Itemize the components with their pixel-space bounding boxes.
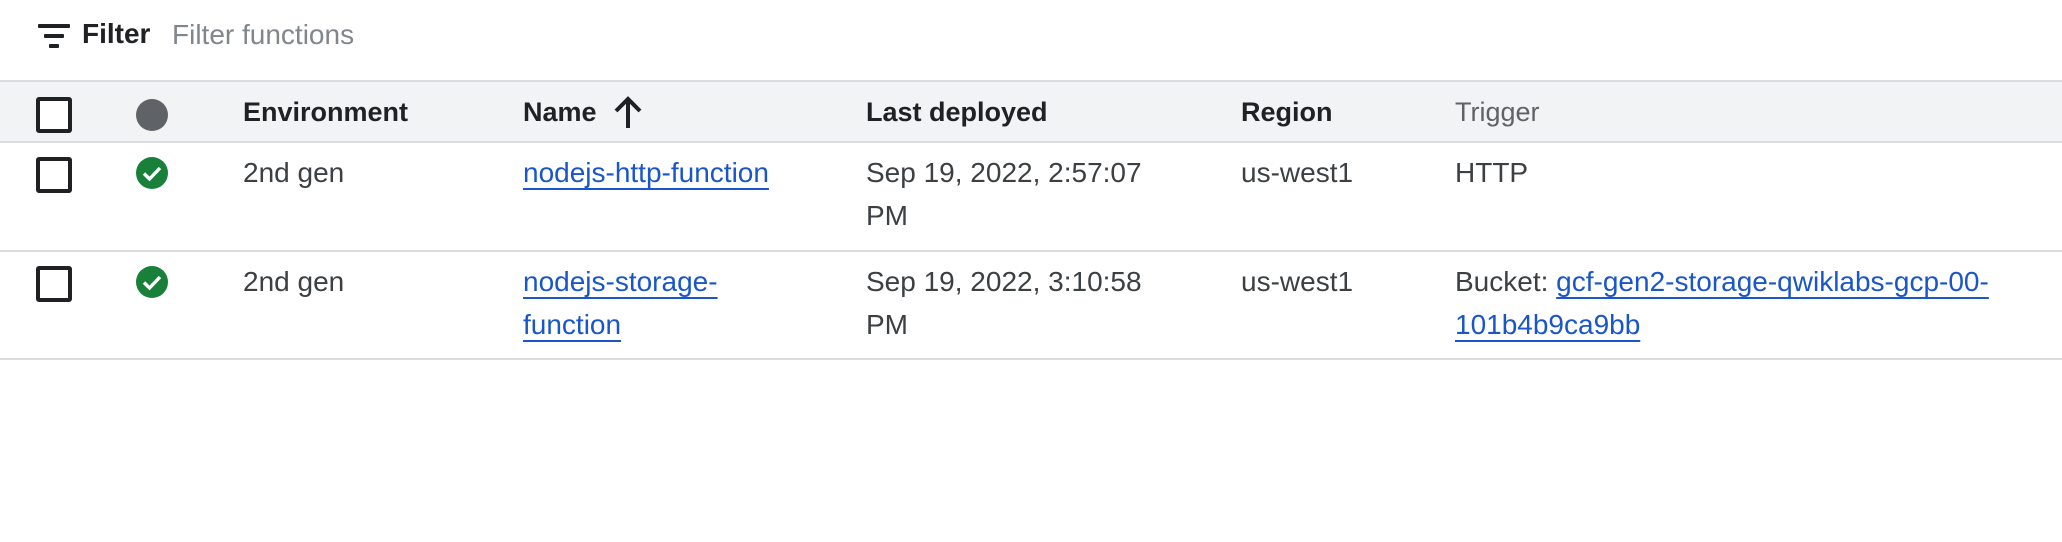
bucket-link-continued[interactable]: 101b4b9ca9bb [1455,309,1640,340]
status-column-icon [136,99,168,131]
column-header-last-deployed[interactable]: Last deployed [866,94,1048,130]
function-name-cell: nodejs-storage- function [523,260,718,346]
trigger-type-label: Bucket: [1455,266,1549,297]
region-cell: us-west1 [1241,157,1354,188]
deployed-time-suffix: PM [866,200,908,231]
table-header: Environment Name Last deployed Region Tr… [0,80,2062,143]
column-header-environment[interactable]: Environment [243,94,408,130]
last-deployed-cell: Sep 19, 2022, 2:57:07 PM [866,151,1142,237]
trigger-cell: HTTP [1455,157,1529,188]
check-circle-icon [136,266,168,298]
column-header-trigger: Trigger [1455,97,1540,127]
column-header-region[interactable]: Region [1241,94,1333,130]
deployed-date-line: Sep 19, 2022, 2:57:07 [866,157,1142,188]
filter-icon[interactable] [38,24,70,48]
deployed-time-suffix: PM [866,309,908,340]
last-deployed-cell: Sep 19, 2022, 3:10:58 PM [866,260,1142,346]
region-cell: us-west1 [1241,266,1354,297]
trigger-cell: Bucket: gcf-gen2-storage-qwiklabs-gcp-00… [1455,260,1989,346]
filter-input[interactable] [172,14,1972,56]
function-name-link[interactable]: nodejs-http-function [523,157,769,188]
filter-label[interactable]: Filter [82,18,150,50]
function-name-link[interactable]: nodejs-storage- [523,266,718,297]
function-name-link-continued[interactable]: function [523,309,621,340]
select-all-checkbox[interactable] [36,97,72,133]
table-row: 2nd gen nodejs-storage- function Sep 19,… [0,252,2062,360]
environment-cell: 2nd gen [243,266,345,297]
filter-bar: Filter [0,0,2062,70]
row-checkbox[interactable] [36,266,72,302]
column-header-name[interactable]: Name [523,94,597,130]
table-row: 2nd gen nodejs-http-function Sep 19, 202… [0,143,2062,252]
row-checkbox[interactable] [36,157,72,193]
deployed-date-line: Sep 19, 2022, 3:10:58 [866,266,1142,297]
bucket-link[interactable]: gcf-gen2-storage-qwiklabs-gcp-00- [1556,266,1989,297]
check-circle-icon [136,157,168,189]
environment-cell: 2nd gen [243,157,345,188]
arrow-up-icon[interactable] [612,95,644,131]
function-name-cell: nodejs-http-function [523,151,769,194]
